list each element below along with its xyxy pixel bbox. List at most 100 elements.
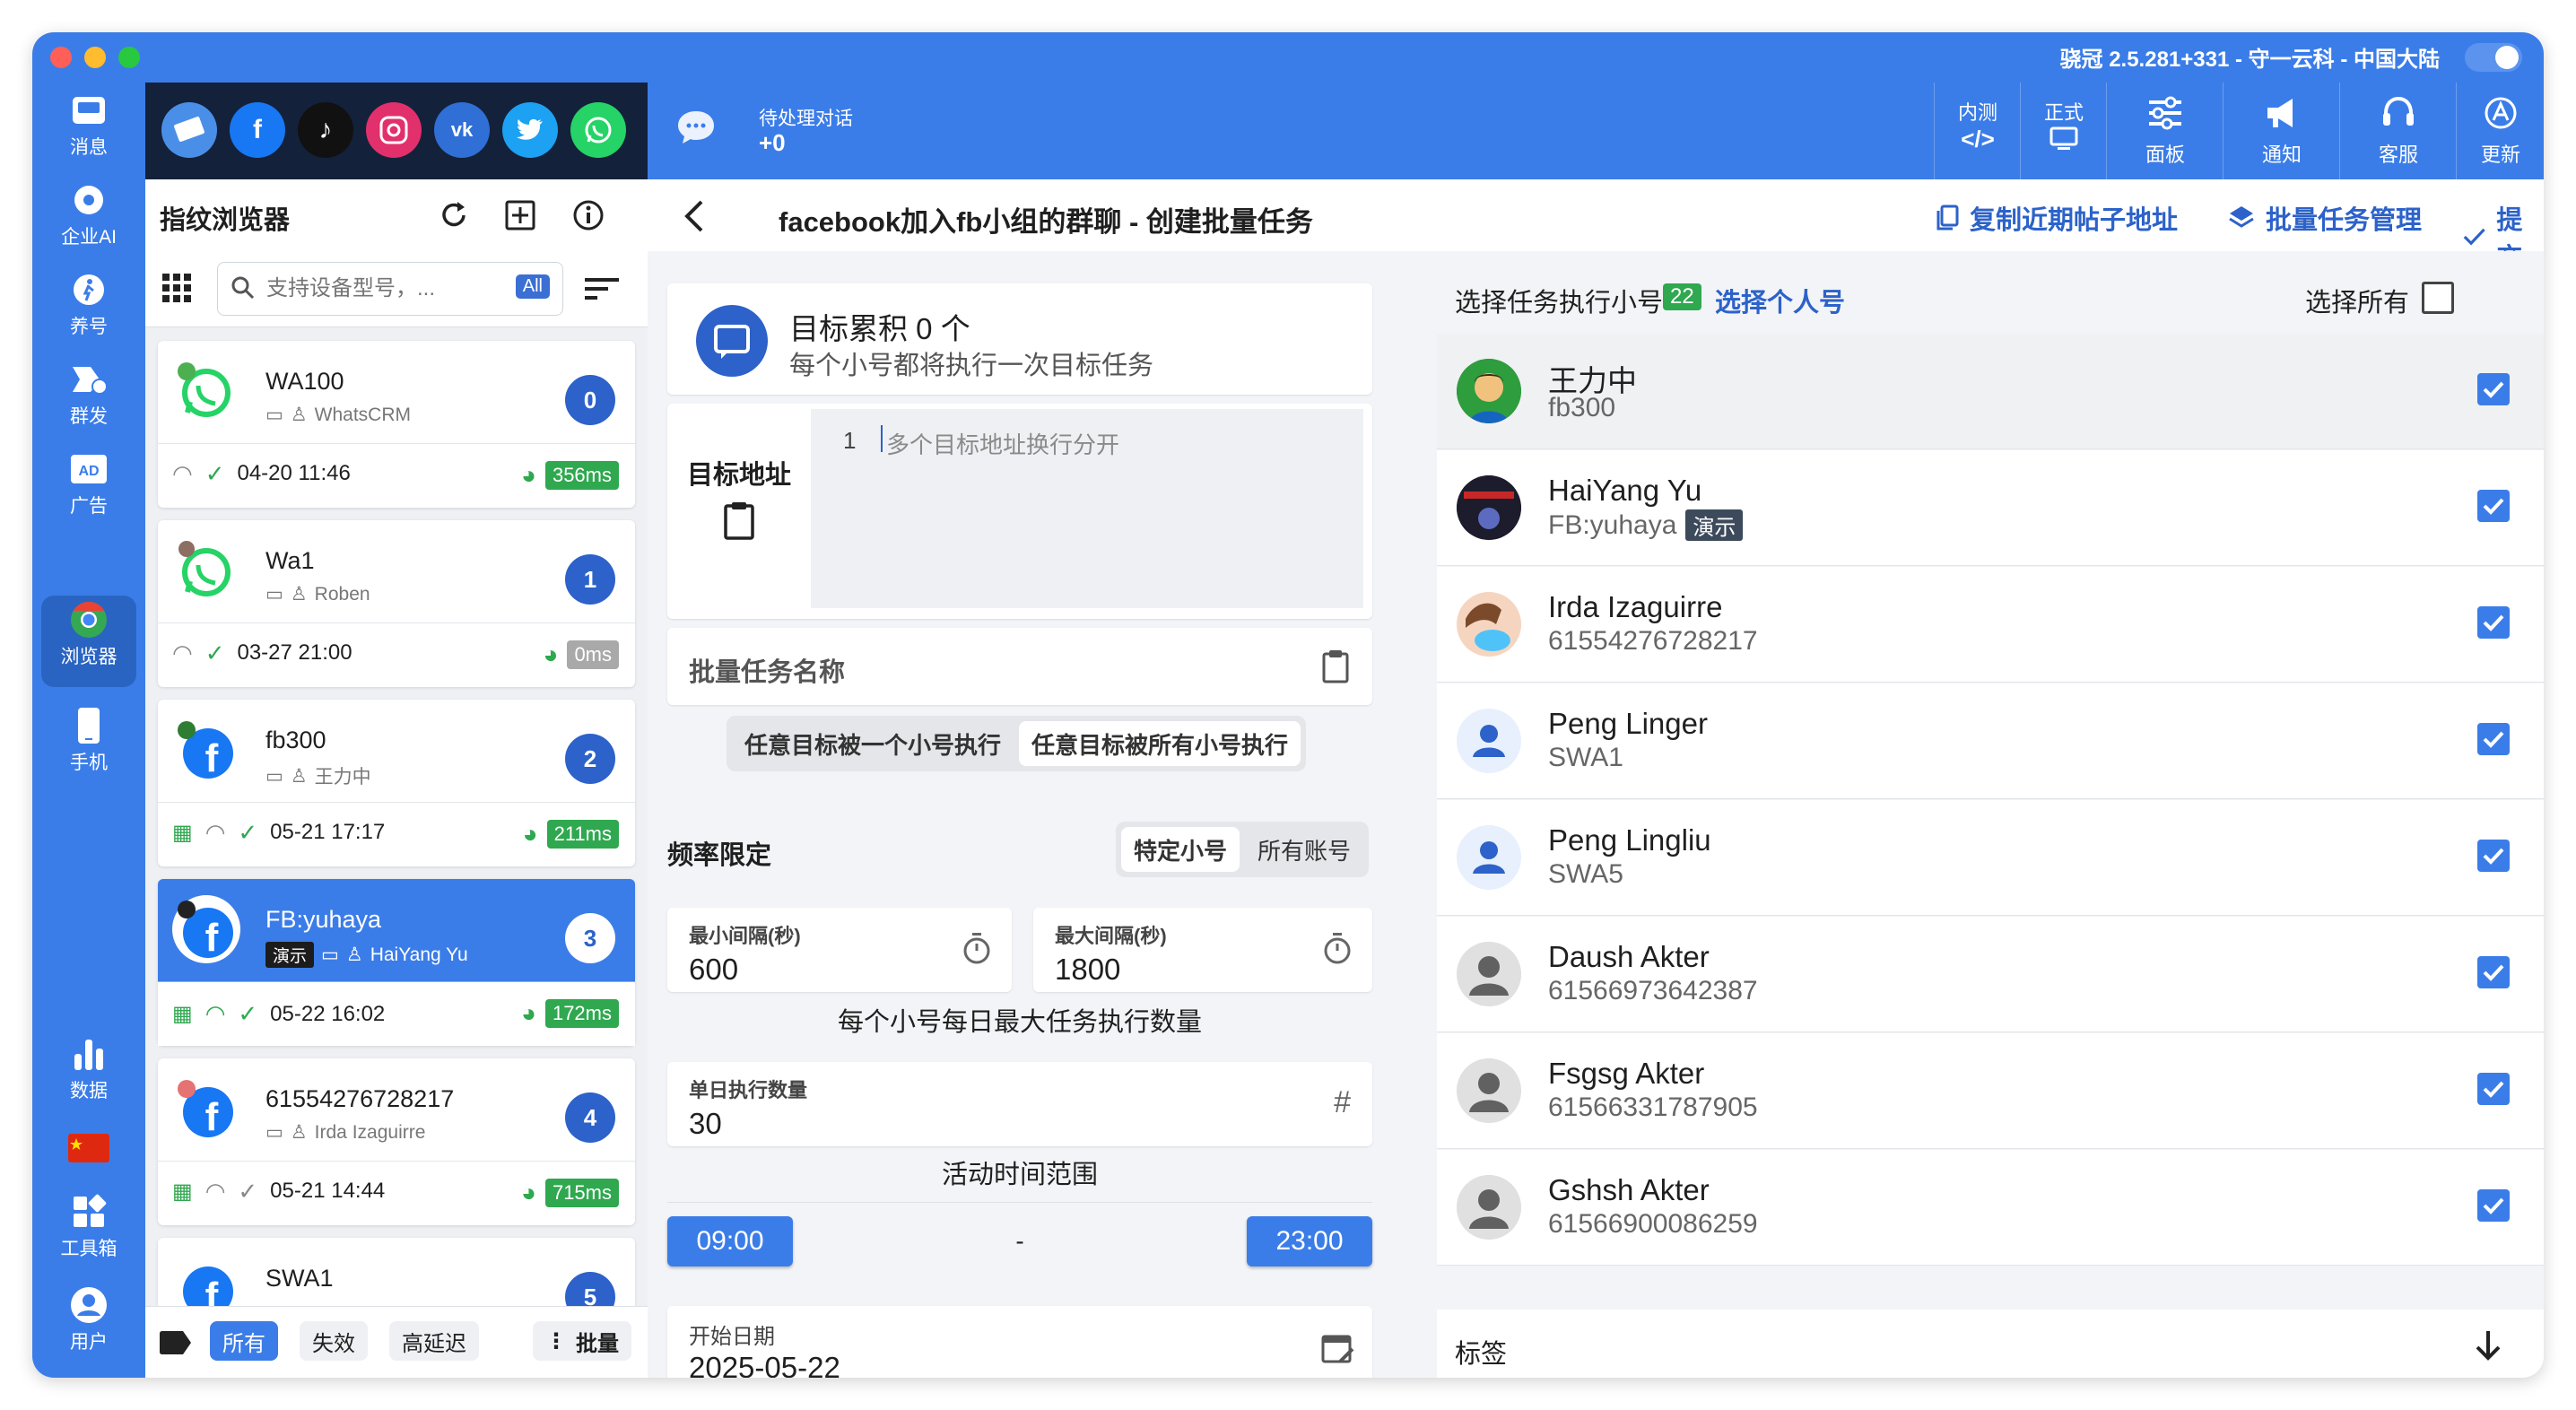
account-row[interactable]: Peng Lingliu SWA5 (1437, 800, 2544, 916)
minimize-window-button[interactable] (84, 47, 106, 68)
release-channel-button[interactable]: 正式 (2020, 83, 2107, 179)
profile-card[interactable]: WA100 ▭ ♙ WhatsCRM 0 ◠ ✓ 04-20 11:46 ◕ 35… (158, 341, 635, 508)
latency-indicator: ◕ 356ms (521, 457, 619, 493)
account-checkbox[interactable] (2477, 956, 2510, 988)
whatsapp-icon[interactable] (570, 102, 626, 158)
info-icon[interactable] (572, 199, 605, 236)
freq-specific-account-option[interactable]: 特定小号 (1121, 827, 1240, 872)
sidebar-item-broadcast[interactable]: 群发 (32, 355, 145, 441)
account-row[interactable]: 王力中 fb300 (1437, 334, 2544, 449)
vk-icon[interactable]: vk (434, 102, 490, 158)
filter-invalid-chip[interactable]: 失效 (300, 1321, 368, 1361)
batch-button[interactable]: ⋮ 批量 (533, 1321, 631, 1361)
panel-button[interactable]: 面板 (2106, 83, 2224, 179)
profile-index-badge: 1 (565, 554, 615, 605)
profile-card[interactable]: f fb300 ▭ ♙ 王力中 2 ▦ ◠ ✓ 05-21 17:17 ◕ 211… (158, 700, 635, 866)
max-interval-field[interactable]: 最大间隔(秒) 1800 (1033, 908, 1372, 992)
sidebar-item-ads[interactable]: AD 广告 (32, 445, 145, 531)
update-button[interactable]: 更新 (2456, 83, 2544, 179)
account-row[interactable]: Fsgsg Akter 61566331787905 (1437, 1033, 2544, 1149)
calendar-edit-icon[interactable] (1320, 1331, 1356, 1371)
pending-conversations-count[interactable]: +0 (759, 129, 786, 157)
clipboard-icon[interactable] (723, 500, 755, 544)
search-field[interactable]: All (217, 262, 563, 316)
sidebar-item-browser[interactable]: 浏览器 (41, 596, 136, 687)
select-all-checkbox[interactable] (2422, 282, 2454, 314)
grid-view-icon[interactable] (161, 273, 192, 308)
sidebar-item-phone[interactable]: 手机 (32, 701, 145, 788)
profile-card[interactable]: Wa1 ▭ ♙ Roben 1 ◠ ✓ 03-27 21:00 ◕ 0ms (158, 520, 635, 687)
facebook-icon: f (172, 895, 240, 963)
profile-card-selected[interactable]: f FB:yuhaya 演示 ▭ ♙ HaiYang Yu 3 ▦ ◠ ✓ 05-… (158, 879, 635, 1046)
target-summary-card: 目标累积 0 个 每个小号都将执行一次目标任务 (667, 283, 1372, 395)
notifications-button[interactable]: 通知 (2223, 83, 2340, 179)
account-row[interactable]: Gshsh Akter 61566900086259 (1437, 1150, 2544, 1266)
target-address-textarea[interactable]: 1 多个目标地址换行分开 (811, 409, 1363, 608)
instagram-icon[interactable] (366, 102, 422, 158)
account-checkbox[interactable] (2477, 723, 2510, 755)
mode-single-account-option[interactable]: 任意目标被一个小号执行 (732, 721, 1014, 766)
facebook-icon[interactable]: f (230, 102, 285, 158)
beta-channel-button[interactable]: 内测 </> (1934, 83, 2021, 179)
task-name-field[interactable]: 批量任务名称 (667, 628, 1372, 705)
avatar (1457, 475, 1521, 540)
select-personal-link[interactable]: 选择个人号 (1715, 282, 1845, 319)
account-checkbox[interactable] (2477, 840, 2510, 872)
sidebar-item-toolbox[interactable]: 工具箱 (32, 1188, 145, 1274)
account-row[interactable]: Daush Akter 61566973642387 (1437, 917, 2544, 1032)
account-row[interactable]: Irda Izaguirre 61554276728217 (1437, 567, 2544, 683)
end-time-button[interactable]: 23:00 (1247, 1216, 1372, 1266)
avatar (1457, 359, 1521, 423)
account-row[interactable]: Peng Linger SWA1 (1437, 683, 2544, 799)
sidebar-item-data[interactable]: 数据 (32, 1030, 145, 1116)
account-checkbox[interactable] (2477, 1073, 2510, 1105)
profile-card[interactable]: f SWA1 5 (158, 1238, 635, 1306)
maximize-window-button[interactable] (118, 47, 140, 68)
line-number: 1 (843, 427, 857, 454)
account-checkbox[interactable] (2477, 373, 2510, 405)
account-checkbox[interactable] (2477, 1189, 2510, 1222)
sidebar-item-user[interactable]: 用户 (32, 1281, 145, 1367)
account-row[interactable]: HaiYang Yu FB:yuhaya 演示 (1437, 450, 2544, 566)
add-box-icon[interactable] (504, 199, 536, 236)
account-checkbox[interactable] (2477, 606, 2510, 639)
browser-app-icon[interactable] (161, 102, 217, 158)
profile-card[interactable]: f 61554276728217 ▭ ♙ Irda Izaguirre 4 ▦ ◠… (158, 1058, 635, 1225)
support-button[interactable]: 客服 (2339, 83, 2457, 179)
store-icon: ▦ (172, 820, 193, 845)
daily-count-field[interactable]: 单日执行数量 30 # (667, 1062, 1372, 1146)
daily-limit-title: 每个小号每日最大任务执行数量 (837, 1008, 1202, 1037)
close-window-button[interactable] (50, 47, 72, 68)
theme-toggle[interactable] (2465, 43, 2522, 72)
svg-text:f: f (205, 736, 219, 780)
start-date-field[interactable]: 开始日期 2025-05-22 (667, 1306, 1372, 1378)
twitter-icon[interactable] (502, 102, 558, 158)
search-input[interactable] (265, 274, 492, 304)
sidebar-item-messages[interactable]: 消息 (32, 86, 145, 172)
profile-filter-bar: 所有 失效 高延迟 ⋮ 批量 (145, 1306, 648, 1378)
sidebar-item-enterprise-ai[interactable]: 企业AI (32, 176, 145, 262)
bar-chart-icon (68, 1033, 109, 1075)
min-interval-field[interactable]: 最小间隔(秒) 600 (667, 908, 1012, 992)
batch-task-manage-button[interactable]: 批量任务管理 (2228, 199, 2422, 237)
label-tag-icon[interactable] (158, 1330, 192, 1360)
sort-icon[interactable] (585, 276, 619, 306)
check-circle-icon: ✓ (238, 818, 258, 846)
china-flag-icon[interactable] (68, 1134, 109, 1162)
tiktok-icon[interactable]: ♪ (298, 102, 353, 158)
mode-all-accounts-option[interactable]: 任意目标被所有小号执行 (1019, 721, 1301, 766)
freq-all-accounts-option[interactable]: 所有账号 (1245, 827, 1363, 872)
back-arrow-icon[interactable] (680, 199, 707, 238)
account-checkbox[interactable] (2477, 490, 2510, 522)
sidebar-item-account-nurture[interactable]: 养号 (32, 265, 145, 352)
filter-all-chip[interactable]: 所有 (210, 1321, 278, 1361)
profile-status-row: ◠ ✓ 04-20 11:46 (172, 459, 351, 487)
paste-icon[interactable] (1322, 649, 1349, 688)
hashtag-icon: # (1334, 1085, 1351, 1119)
frequency-scope-segmented: 特定小号 所有账号 (1116, 822, 1370, 877)
tags-dropdown[interactable]: 标签 (1437, 1310, 2544, 1378)
refresh-icon[interactable] (438, 199, 470, 236)
search-scope-badge[interactable]: All (515, 274, 550, 299)
filter-high-latency-chip[interactable]: 高延迟 (389, 1321, 479, 1361)
copy-recent-posts-button[interactable]: 复制近期帖子地址 (1936, 199, 2178, 237)
